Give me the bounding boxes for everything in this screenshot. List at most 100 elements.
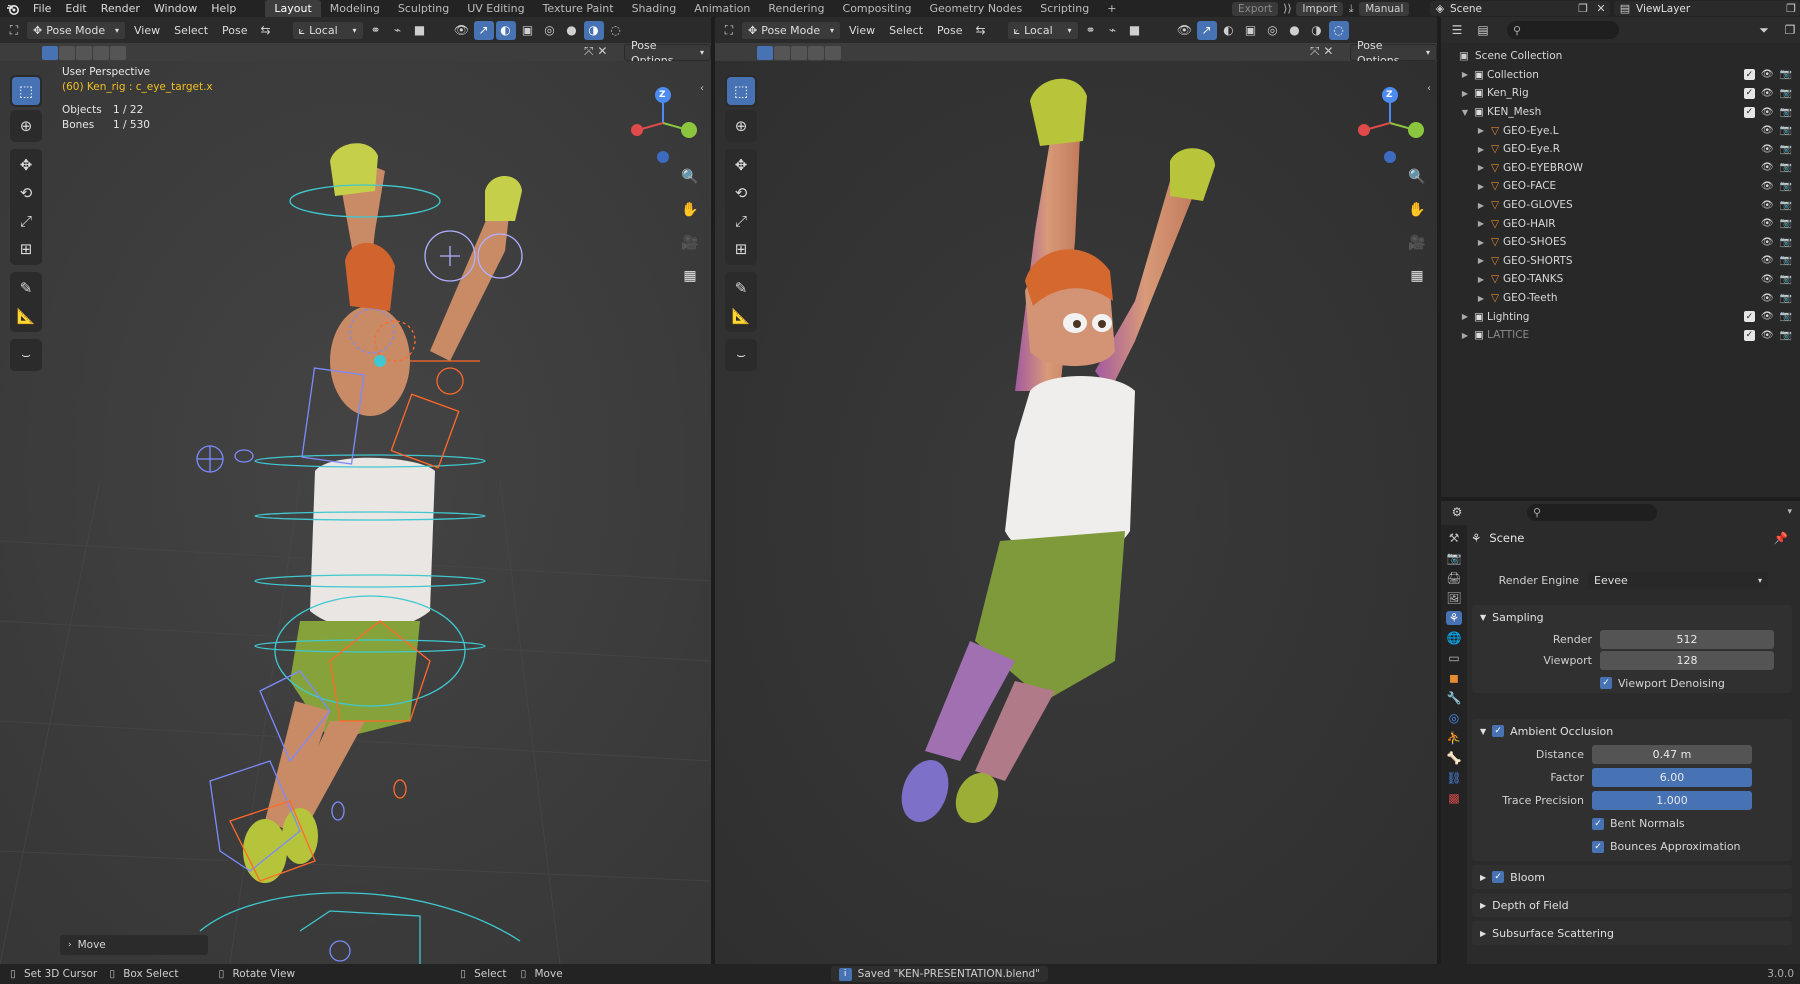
select-subtract-icon[interactable] <box>76 46 92 60</box>
eye-icon[interactable]: 👁 <box>1761 255 1774 266</box>
eye-icon[interactable]: 👁 <box>1761 181 1774 192</box>
right-orientation-dropdown[interactable]: ⟀ Local ▾ <box>1006 20 1079 40</box>
workspace-tab-compositing[interactable]: Compositing <box>834 0 921 17</box>
exclude-checkbox[interactable]: ✓ <box>1743 69 1755 81</box>
eye-icon[interactable]: 👁 <box>1761 200 1774 211</box>
outliner-row-lighting[interactable]: ▶ ▣ Lighting ✓ 👁 📷 <box>1441 307 1800 326</box>
menu-file[interactable]: File <box>26 0 58 17</box>
workspace-tab-sculpting[interactable]: Sculpting <box>389 0 458 17</box>
select-invert-icon[interactable] <box>808 46 824 60</box>
camera-render-icon[interactable]: 📷 <box>1780 181 1792 192</box>
left-pose-options-dropdown[interactable]: Pose Options ▾ <box>624 39 711 67</box>
editor-type-icon[interactable]: ⛶ <box>719 21 739 40</box>
scene-delete-icon[interactable]: ✕ <box>1592 2 1610 15</box>
right-shading-solid-icon[interactable]: ● <box>1285 21 1305 40</box>
outliner-display-mode-icon[interactable]: ▤ <box>1473 21 1493 40</box>
eye-icon[interactable]: 👁 <box>1761 125 1774 136</box>
sampling-viewport-field[interactable]: 128 <box>1600 651 1774 670</box>
right-transform-affect-icon[interactable]: ⤧ ✕ <box>1310 44 1333 59</box>
chevron-right-icon[interactable]: ▶ <box>1459 89 1471 98</box>
move-tool-icon[interactable]: ✥ <box>727 151 755 179</box>
outliner-row-geo-face[interactable]: ▶ ▽ GEO-FACE 👁 📷 <box>1441 177 1800 196</box>
eye-icon[interactable]: 👁 <box>1761 237 1774 248</box>
workspace-tab-layout[interactable]: Layout <box>265 0 321 17</box>
subsurface-scattering-panel[interactable]: ▶ Subsurface Scattering <box>1472 921 1792 945</box>
eye-icon[interactable]: 👁 <box>1761 218 1774 229</box>
chevron-right-icon[interactable]: ▶ <box>1475 126 1487 135</box>
zoom-icon[interactable]: 🔍 <box>1405 165 1429 189</box>
right-menu-pose[interactable]: Pose <box>931 21 968 40</box>
outliner-row-geo-eye-l[interactable]: ▶ ▽ GEO-Eye.L 👁 📷 <box>1441 121 1800 140</box>
camera-render-icon[interactable]: 📷 <box>1780 218 1792 229</box>
outliner-row-ken-rig[interactable]: ▶ ▣ Ken_Rig ✓ 👁 📷 <box>1441 84 1800 103</box>
relax-tool-icon[interactable]: ⌣ <box>727 341 755 369</box>
right-pose-flip-icon[interactable]: ⇆ <box>971 21 991 40</box>
camera-render-icon[interactable]: 📷 <box>1780 274 1792 285</box>
outliner-row-geo-eyebrow[interactable]: ▶ ▽ GEO-EYEBROW 👁 📷 <box>1441 159 1800 178</box>
last-operator-panel[interactable]: › Move <box>60 935 208 955</box>
camera-render-icon[interactable]: 📷 <box>1780 144 1792 155</box>
camera-render-icon[interactable]: 📷 <box>1780 237 1792 248</box>
right-overlay-toggle-icon[interactable]: ◐ <box>1219 21 1239 40</box>
select-box-tool-icon[interactable]: ⬚ <box>12 77 40 105</box>
chevron-right-icon[interactable]: ▶ <box>1475 201 1487 210</box>
right-shading-wireframe-icon[interactable]: ◎ <box>1263 21 1283 40</box>
eye-icon[interactable]: 👁 <box>1761 311 1774 322</box>
outliner-row-geo-teeth[interactable]: ▶ ▽ GEO-Teeth 👁 📷 <box>1441 289 1800 308</box>
add-workspace-button[interactable]: + <box>1098 0 1125 17</box>
editor-type-icon[interactable]: ⛶ <box>4 21 24 40</box>
camera-icon[interactable]: 🎥 <box>678 231 702 255</box>
workspace-tab-texture-paint[interactable]: Texture Paint <box>534 0 623 17</box>
select-box-tool-icon[interactable]: ⬚ <box>727 77 755 105</box>
scene-copy-icon[interactable]: ❐ <box>1574 2 1592 15</box>
left-overlay-toggle-icon[interactable]: ◐ <box>495 20 516 40</box>
left-snap-target-icon[interactable]: ■ <box>410 21 430 40</box>
bloom-panel[interactable]: ▶ ✓ Bloom <box>1472 865 1792 889</box>
left-menu-select[interactable]: Select <box>168 21 214 40</box>
camera-render-icon[interactable]: 📷 <box>1780 293 1792 304</box>
select-new-icon[interactable] <box>757 46 773 60</box>
chevron-down-icon[interactable]: ▾ <box>1787 507 1792 517</box>
zoom-icon[interactable]: 🔍 <box>678 165 702 189</box>
left-shading-wireframe-icon[interactable]: ◎ <box>540 21 560 40</box>
eye-icon[interactable]: 👁 <box>1761 144 1774 155</box>
sampling-header[interactable]: ▼ Sampling <box>1472 605 1792 629</box>
import-button[interactable]: Import <box>1296 1 1344 16</box>
select-subtract-icon[interactable] <box>791 46 807 60</box>
right-3d-viewport[interactable]: ⛶ ✥ Pose Mode ▾ View Select Pose ⇆ ⟀ Local ▾… <box>715 17 1437 964</box>
new-collection-icon[interactable]: ❐ <box>1780 21 1800 40</box>
select-new-icon[interactable] <box>42 46 58 60</box>
right-sidebar-toggle-icon[interactable]: ‹ <box>1427 83 1431 94</box>
select-extend-icon[interactable] <box>59 46 75 60</box>
right-pivot-icon[interactable]: ⚭ <box>1081 21 1101 40</box>
ao-factor-slider[interactable]: 6.00 <box>1592 768 1752 787</box>
viewlayer-copy-icon[interactable]: ❐ <box>1782 2 1800 15</box>
chevron-right-icon[interactable]: ▶ <box>1475 238 1487 247</box>
right-mode-dropdown[interactable]: ✥ Pose Mode ▾ <box>741 20 841 40</box>
bone-tab-icon[interactable]: 🦴 <box>1447 751 1462 765</box>
menu-help[interactable]: Help <box>204 0 243 17</box>
menu-window[interactable]: Window <box>147 0 204 17</box>
camera-icon[interactable]: 🎥 <box>1405 231 1429 255</box>
select-intersect-icon[interactable] <box>825 46 841 60</box>
workspace-tab-shading[interactable]: Shading <box>623 0 686 17</box>
eye-icon[interactable]: 👁 <box>1761 330 1774 341</box>
outliner-row-lattice[interactable]: ▶ ▣ LATTICE ✓ 👁 📷 <box>1441 326 1800 345</box>
blender-logo-icon[interactable] <box>0 0 26 17</box>
texture-tab-icon[interactable]: ▩ <box>1448 791 1459 805</box>
right-menu-select[interactable]: Select <box>883 21 929 40</box>
manual-button[interactable]: Manual <box>1359 1 1410 16</box>
right-xray-icon[interactable]: ▣ <box>1241 21 1261 40</box>
outliner-row-geo-hair[interactable]: ▶ ▽ GEO-HAIR 👁 📷 <box>1441 214 1800 233</box>
object-tab-icon[interactable]: ◼ <box>1449 671 1459 685</box>
outliner-row-geo-tanks[interactable]: ▶ ▽ GEO-TANKS 👁 📷 <box>1441 270 1800 289</box>
pin-icon[interactable]: 📌 <box>1774 531 1788 545</box>
transform-tool-icon[interactable]: ⊞ <box>727 235 755 263</box>
measure-tool-icon[interactable]: 📐 <box>727 302 755 330</box>
pan-hand-icon[interactable]: ✋ <box>1405 198 1429 222</box>
object-data-tab-icon[interactable]: ⛹ <box>1447 731 1462 745</box>
annotate-tool-icon[interactable]: ✎ <box>12 274 40 302</box>
grid-ortho-icon[interactable]: ▦ <box>678 264 702 288</box>
exclude-checkbox[interactable]: ✓ <box>1743 106 1755 118</box>
chevron-right-icon[interactable]: ▶ <box>1475 163 1487 172</box>
